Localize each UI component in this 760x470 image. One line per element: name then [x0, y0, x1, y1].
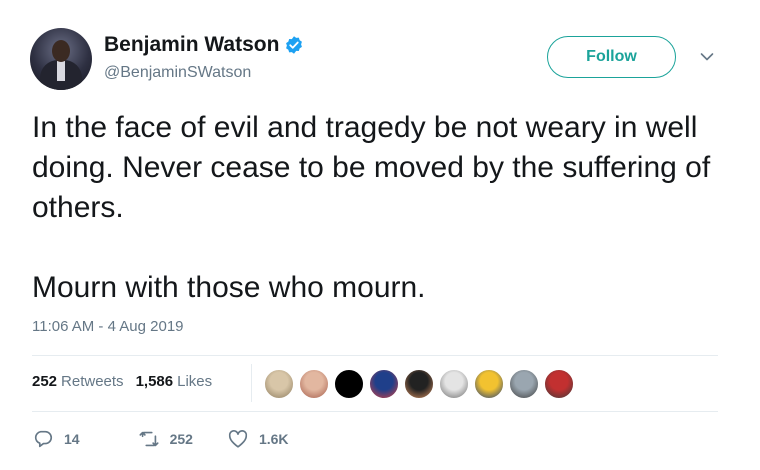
- retweet-action[interactable]: 252: [138, 428, 193, 450]
- heart-icon: [228, 430, 248, 448]
- liker-avatar[interactable]: [439, 369, 469, 399]
- tweet-actions: 14 252 1.6K: [32, 428, 289, 450]
- avatar-figure-head: [52, 40, 70, 62]
- avatar-figure-shirt: [57, 61, 65, 81]
- retweets-label: Retweets: [61, 373, 124, 390]
- retweets-count: 252: [32, 373, 58, 390]
- reply-action[interactable]: 14: [32, 428, 80, 450]
- tweet-paragraph: Mourn with those who mourn.: [32, 271, 426, 304]
- retweet-icon: [139, 431, 159, 447]
- tweet-timestamp[interactable]: 11:06 AM - 4 Aug 2019: [32, 318, 184, 335]
- reply-icon: [34, 430, 53, 448]
- liker-avatar[interactable]: [544, 369, 574, 399]
- liker-avatar[interactable]: [509, 369, 539, 399]
- profile-avatar[interactable]: [30, 28, 92, 90]
- follow-button[interactable]: Follow: [547, 36, 676, 78]
- user-name[interactable]: Benjamin Watson: [104, 33, 279, 57]
- stats-separator: [251, 364, 252, 402]
- retweets-stat[interactable]: 252 Retweets: [32, 373, 124, 390]
- tweet-stats: 252 Retweets 1,586 Likes: [32, 373, 212, 390]
- liker-avatar[interactable]: [369, 369, 399, 399]
- user-name-row: Benjamin Watson: [104, 33, 304, 57]
- divider: [32, 411, 718, 412]
- tweet-text: In the face of evil and tragedy be not w…: [32, 108, 712, 308]
- liker-avatar[interactable]: [474, 369, 504, 399]
- reply-count: 14: [64, 431, 80, 447]
- divider: [32, 355, 718, 356]
- likes-stat[interactable]: 1,586 Likes: [136, 373, 213, 390]
- user-handle[interactable]: @BenjaminSWatson: [104, 64, 251, 82]
- verified-badge-icon: [286, 36, 303, 54]
- chevron-down-icon[interactable]: [700, 52, 714, 62]
- likes-count: 1,586: [135, 373, 174, 390]
- retweet-count: 252: [169, 431, 193, 447]
- liker-avatar[interactable]: [299, 369, 329, 399]
- liker-avatar[interactable]: [334, 369, 364, 399]
- like-action[interactable]: 1.6K: [227, 428, 289, 450]
- like-count: 1.6K: [258, 431, 289, 447]
- liker-avatars: [264, 369, 579, 399]
- liker-avatar[interactable]: [404, 369, 434, 399]
- likes-label: Likes: [177, 373, 213, 390]
- tweet-paragraph: In the face of evil and tragedy be not w…: [32, 111, 711, 224]
- liker-avatar[interactable]: [264, 369, 294, 399]
